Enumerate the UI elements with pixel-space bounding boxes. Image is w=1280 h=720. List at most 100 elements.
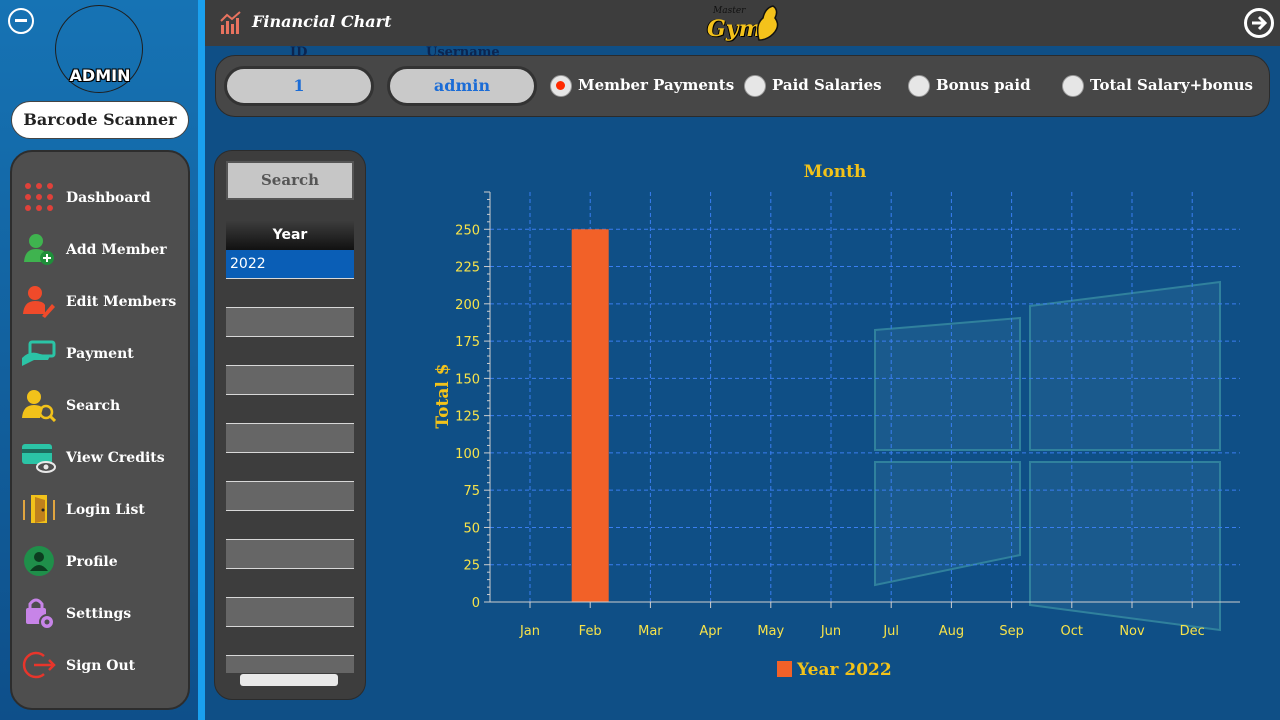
empty-row xyxy=(226,540,354,569)
chart-bars xyxy=(571,229,609,602)
year-column-header: Year xyxy=(226,221,354,250)
empty-row xyxy=(226,308,354,337)
year-panel: Search Year 2022 xyxy=(214,150,366,700)
radio-label: Bonus paid xyxy=(936,76,1031,94)
empty-row xyxy=(226,395,354,424)
empty-row xyxy=(226,424,354,453)
horizontal-scrollbar[interactable] xyxy=(240,674,338,686)
sidebar-item-edit-members[interactable]: Edit Members xyxy=(12,276,188,328)
sidebar-menu: Dashboard Add Member Edit Members Paymen… xyxy=(10,150,190,710)
add-user-icon xyxy=(24,234,54,265)
sidebar-item-label: Edit Members xyxy=(66,294,177,310)
lock-gear-icon xyxy=(26,598,55,630)
sidebar-item-add-member[interactable]: Add Member xyxy=(12,224,188,276)
y-tick-labels: 0 25 50 75 100 125 150 175 200 225 250 xyxy=(455,223,480,611)
y-tick-label: 125 xyxy=(455,410,480,425)
search-button[interactable]: Search xyxy=(226,161,354,200)
x-tick-label: Mar xyxy=(638,624,663,639)
sidebar-item-view-credits[interactable]: View Credits xyxy=(12,432,188,484)
year-table: Year 2022 xyxy=(226,221,354,673)
sidebar: ADMIN Barcode Scanner Dashboard Add Memb… xyxy=(0,0,205,720)
profile-icon xyxy=(24,546,54,576)
sidebar-item-dashboard[interactable]: Dashboard xyxy=(12,172,188,224)
legend-label: Year 2022 xyxy=(796,660,892,680)
radio-label: Total Salary+bonus xyxy=(1090,76,1253,94)
sidebar-item-label: Dashboard xyxy=(66,190,151,206)
username-field[interactable]: admin xyxy=(387,66,537,106)
arrow-right-icon xyxy=(1252,15,1268,31)
id-field[interactable]: 1 xyxy=(224,66,374,106)
y-tick-label: 200 xyxy=(455,298,480,313)
sidebar-item-label: Add Member xyxy=(66,242,167,258)
y-tick-label: 225 xyxy=(455,261,480,276)
y-tick-label: 150 xyxy=(455,372,480,387)
next-arrow-button[interactable] xyxy=(1244,8,1274,38)
sidebar-item-profile[interactable]: Profile xyxy=(12,536,188,588)
y-tick-label: 250 xyxy=(455,223,480,238)
sidebar-item-label: Sign Out xyxy=(66,658,136,674)
radio-dot xyxy=(550,75,572,97)
y-axis-label: Total $ xyxy=(433,363,453,428)
admin-label: ADMIN xyxy=(69,66,131,85)
empty-row xyxy=(226,453,354,482)
x-tick-label: Aug xyxy=(939,624,964,639)
grid-dots-icon xyxy=(25,183,53,211)
empty-row xyxy=(226,656,354,673)
sidebar-item-label: Payment xyxy=(66,346,134,362)
y-tick-label: 50 xyxy=(463,521,480,536)
chart-title: Month xyxy=(804,162,867,182)
search-user-icon xyxy=(22,390,56,422)
empty-row xyxy=(226,511,354,540)
empty-row xyxy=(226,598,354,627)
sign-out-icon xyxy=(22,651,56,679)
empty-row xyxy=(226,279,354,308)
x-tick-labels: Jan Feb Mar Apr May Jun Jul Aug Sep Oct Nov Dec xyxy=(519,624,1205,639)
radio-label: Paid Salaries xyxy=(772,76,882,94)
empty-row xyxy=(226,366,354,395)
sidebar-item-label: View Credits xyxy=(66,450,165,466)
filter-toolbar: ID Username 1 admin Member Payments Paid… xyxy=(215,45,1270,117)
barcode-scanner-button[interactable]: Barcode Scanner xyxy=(11,101,189,139)
username-caption: Username xyxy=(426,45,500,60)
edit-user-icon xyxy=(23,286,55,318)
x-tick-label: Apr xyxy=(699,624,722,639)
sidebar-item-sign-out[interactable]: Sign Out xyxy=(12,640,188,692)
y-tick-label: 100 xyxy=(455,447,480,462)
x-tick-label: Jan xyxy=(519,624,540,639)
muscle-icon xyxy=(756,5,779,41)
payment-hand-icon xyxy=(22,340,56,366)
page-title: Financial Chart xyxy=(252,12,392,31)
legend-swatch xyxy=(777,661,792,677)
background-window-shape xyxy=(874,280,1221,632)
x-tick-label: Feb xyxy=(579,624,602,639)
y-tick-label: 175 xyxy=(455,335,480,350)
empty-row xyxy=(226,482,354,511)
sidebar-item-payment[interactable]: Payment xyxy=(12,328,188,380)
x-tick-label: Jun xyxy=(820,624,841,639)
radio-dot xyxy=(1062,75,1084,97)
y-tick-label: 25 xyxy=(463,559,480,574)
financial-bar-chart: 0 25 50 75 100 125 150 175 200 225 250 Jan Feb Mar Ap… xyxy=(433,162,1240,680)
sidebar-item-label: Login List xyxy=(66,502,145,518)
radio-dot xyxy=(908,75,930,97)
x-tick-label: Dec xyxy=(1180,624,1205,639)
radio-dot xyxy=(744,75,766,97)
collapse-sidebar-button[interactable] xyxy=(8,8,34,34)
empty-row xyxy=(226,337,354,366)
empty-row xyxy=(226,569,354,598)
bar-chart-icon xyxy=(220,11,241,34)
sidebar-item-login-list[interactable]: Login List xyxy=(12,484,188,536)
sidebar-item-label: Profile xyxy=(66,554,118,570)
top-bar: Financial Chart Master Gym xyxy=(205,0,1280,46)
year-row[interactable]: 2022 xyxy=(226,250,354,279)
x-tick-label: Jul xyxy=(882,624,899,639)
sidebar-item-search[interactable]: Search xyxy=(12,380,188,432)
empty-row xyxy=(226,627,354,656)
door-icon xyxy=(23,495,55,523)
radio-label: Member Payments xyxy=(578,76,735,94)
x-tick-label: Sep xyxy=(999,624,1024,639)
x-tick-label: Oct xyxy=(1061,624,1083,639)
sidebar-item-settings[interactable]: Settings xyxy=(12,588,188,640)
sidebar-edge xyxy=(198,0,205,720)
sidebar-item-label: Settings xyxy=(66,606,132,622)
